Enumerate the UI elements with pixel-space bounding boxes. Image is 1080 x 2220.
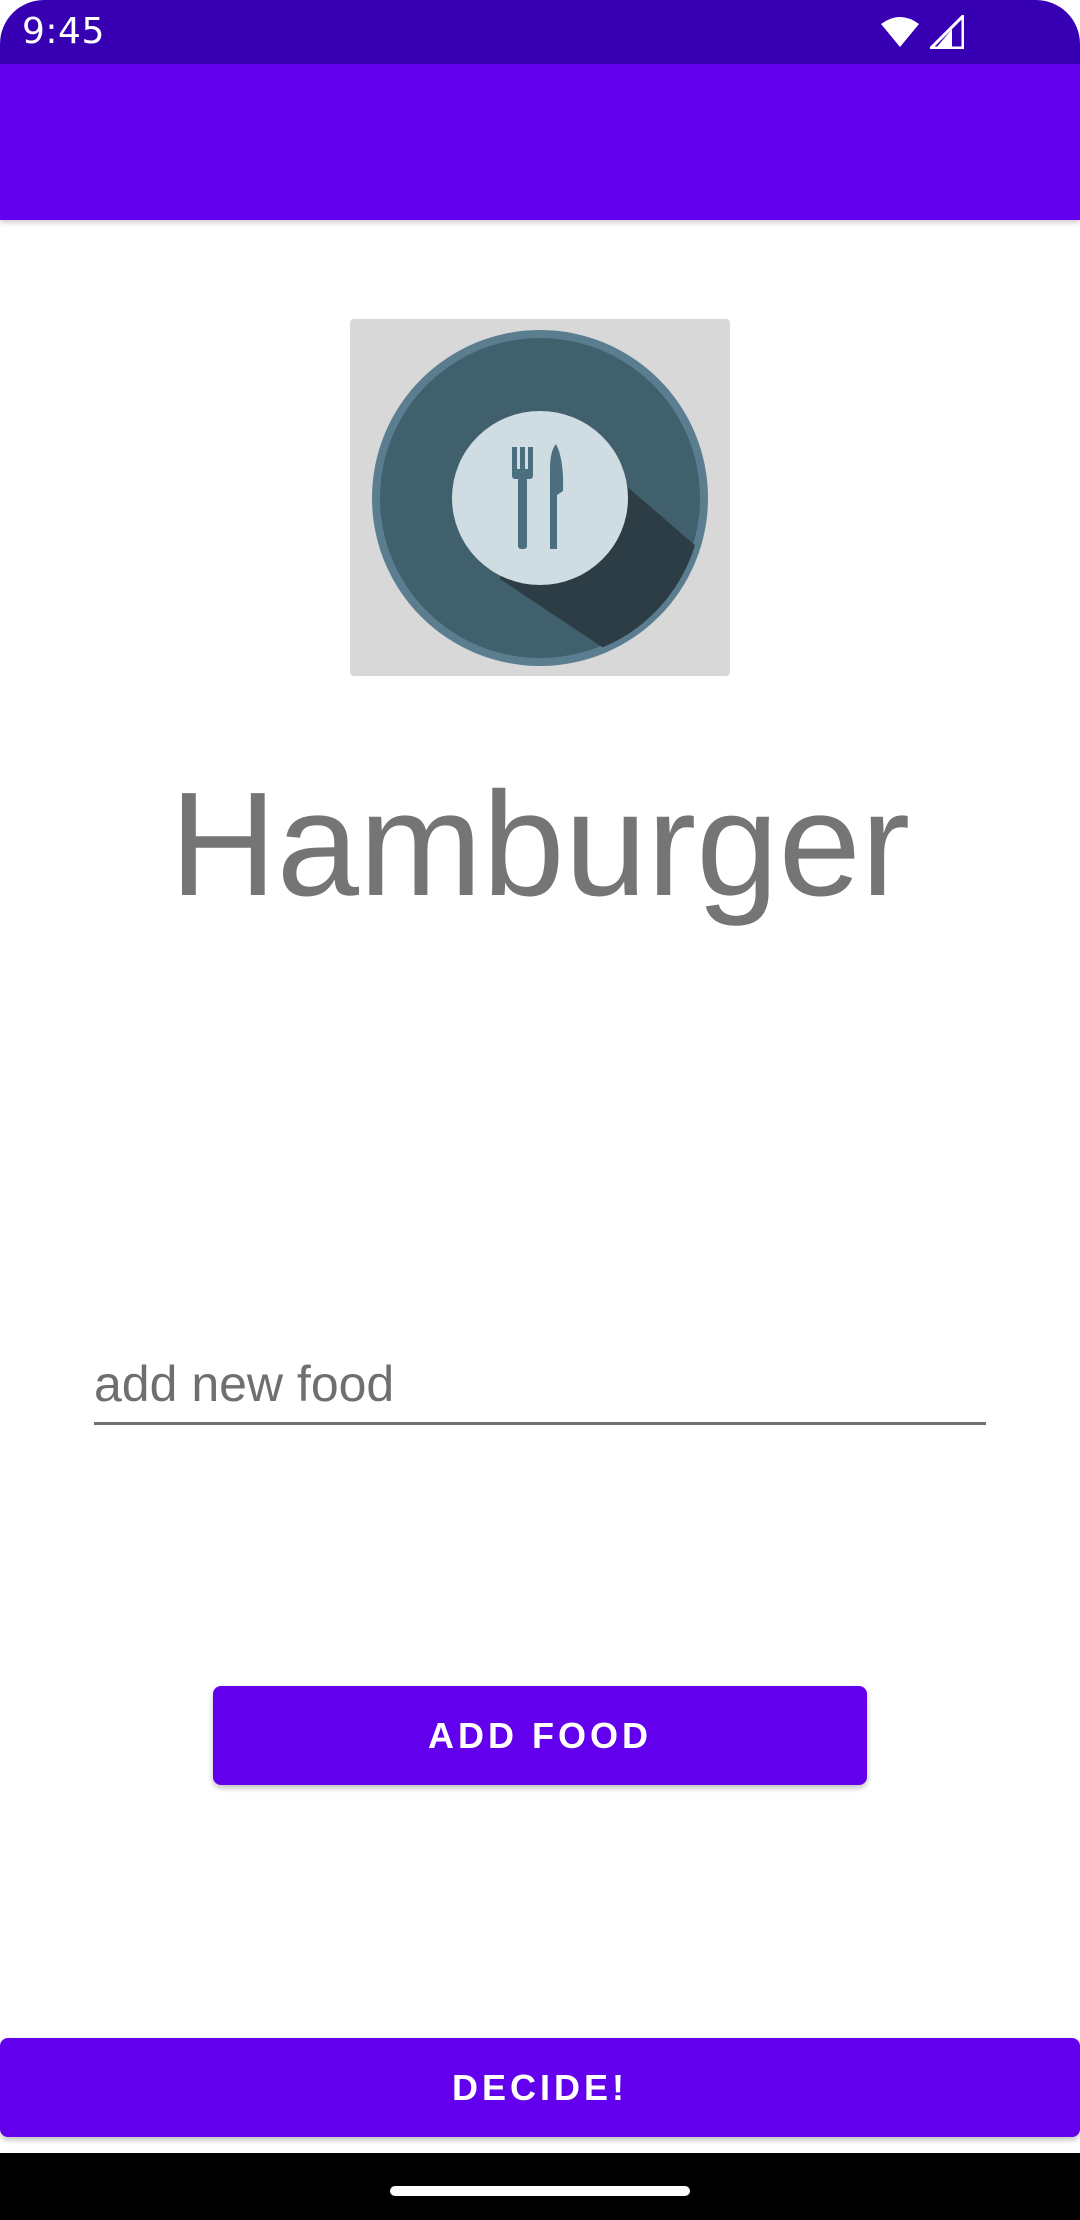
home-handle-icon[interactable] [390, 2186, 690, 2196]
wifi-icon [880, 16, 920, 48]
add-food-button[interactable]: ADD FOOD [213, 1686, 867, 1785]
screen: 9:45 Hamburger add new food ADD FOOD DEC… [0, 0, 1080, 2220]
selected-food-label: Hamburger [169, 762, 911, 927]
add-food-input[interactable] [94, 1345, 986, 1425]
cell-signal-icon [930, 15, 964, 49]
app-bar [0, 64, 1080, 220]
decide-button[interactable]: DECIDE! [0, 2038, 1080, 2137]
fork-knife-plate-icon [350, 319, 730, 676]
status-icons [880, 15, 964, 49]
food-image [350, 319, 730, 676]
status-time: 9:45 [22, 11, 105, 52]
status-bar: 9:45 [0, 0, 1080, 64]
navigation-bar [0, 2153, 1080, 2220]
